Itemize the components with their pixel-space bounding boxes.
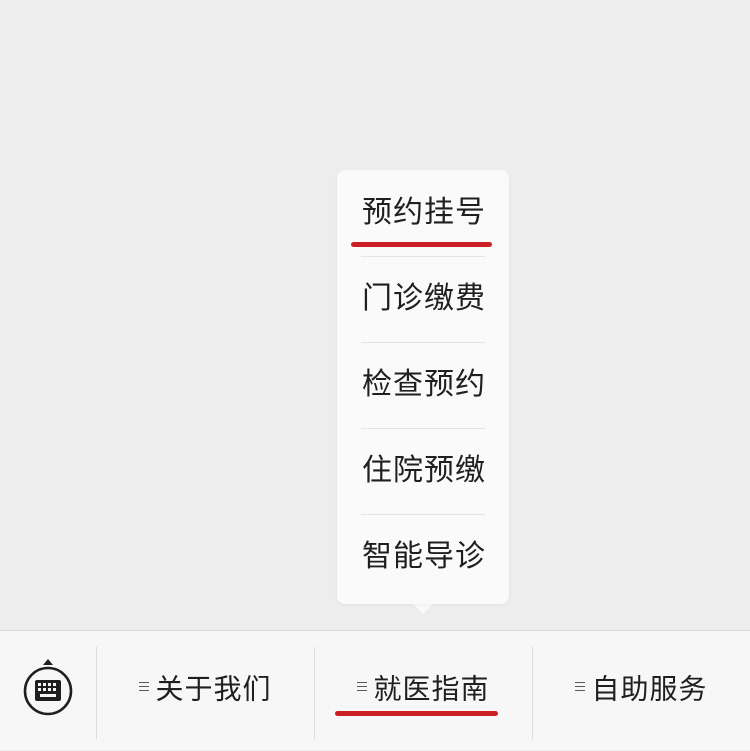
- submenu-item-label: 检查预约: [362, 367, 486, 402]
- keyboard-toggle-button[interactable]: [0, 631, 96, 751]
- submenu-item-label: 门诊缴费: [362, 281, 486, 316]
- submenu-item-smart-guide[interactable]: 智能导诊: [337, 514, 509, 600]
- menu-item-medical-guide[interactable]: 就医指南: [315, 631, 532, 751]
- keyboard-icon: [23, 659, 73, 716]
- submenu-item-inpatient-deposit[interactable]: 住院预缴: [337, 428, 509, 514]
- menu-item-label: 关于我们: [155, 672, 272, 706]
- menu-lines-icon: [139, 681, 150, 694]
- menu-item-about-us[interactable]: 关于我们: [97, 631, 314, 751]
- submenu-item-label: 住院预缴: [362, 453, 486, 488]
- submenu-popup: 预约挂号 门诊缴费 检查预约 住院预缴 智能导诊: [337, 170, 509, 604]
- submenu-item-exam-appointment[interactable]: 检查预约: [337, 342, 509, 428]
- submenu-item-appointment[interactable]: 预约挂号: [337, 170, 509, 256]
- bottom-menu-bar: 关于我们 就医指南 自助服务: [0, 630, 750, 750]
- submenu-item-label: 智能导诊: [362, 539, 486, 574]
- menu-item-label: 就医指南: [373, 672, 490, 706]
- active-indicator: [335, 711, 498, 716]
- menu-item-self-service[interactable]: 自助服务: [533, 631, 750, 751]
- submenu-item-outpatient-payment[interactable]: 门诊缴费: [337, 256, 509, 342]
- active-indicator: [351, 242, 492, 247]
- menu-lines-icon: [357, 681, 368, 694]
- menu-lines-icon: [575, 681, 586, 694]
- menu-item-label: 自助服务: [591, 672, 708, 706]
